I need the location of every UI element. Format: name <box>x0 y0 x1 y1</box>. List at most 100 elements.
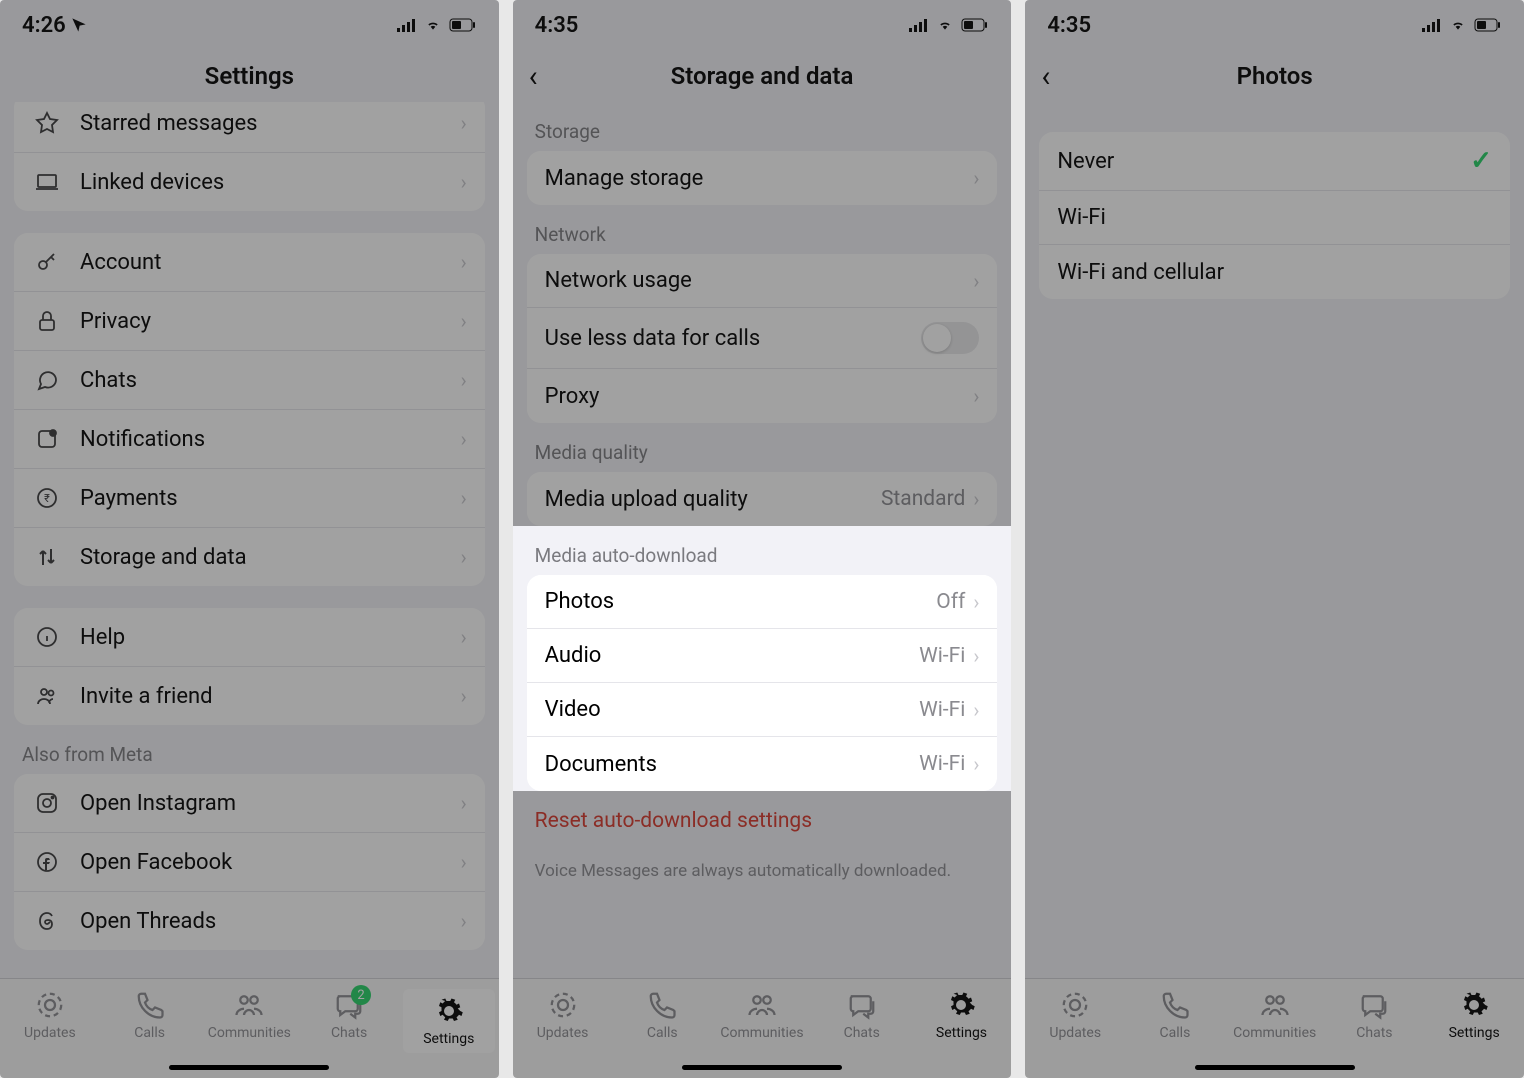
network-usage-row[interactable]: Network usage › <box>527 254 998 308</box>
less-data-row[interactable]: Use less data for calls <box>527 308 998 369</box>
proxy-row[interactable]: Proxy › <box>527 369 998 423</box>
photos-autodl-screen: 4:35 ‹ Photos Never ✓ Wi-Fi Wi-Fi and ce… <box>1025 0 1524 1078</box>
tab-label: Calls <box>647 1025 678 1041</box>
page-title: Storage and data <box>671 62 854 90</box>
tab-calls[interactable]: Calls <box>1129 989 1221 1041</box>
threads-icon <box>32 906 62 936</box>
row-label: Open Threads <box>80 909 461 934</box>
tab-chats[interactable]: Chats <box>1328 989 1420 1041</box>
tab-settings[interactable]: Settings <box>403 989 495 1053</box>
tab-label: Settings <box>1449 1025 1500 1041</box>
notifications-row[interactable]: Notifications › <box>14 410 485 469</box>
documents-autodl-row[interactable]: Documents Wi-Fi › <box>527 737 998 791</box>
tab-calls[interactable]: Calls <box>104 989 196 1041</box>
nav-header: ‹ Photos <box>1025 50 1524 102</box>
tab-bar: Updates Calls Communities Chats Settings <box>513 978 1012 1078</box>
home-indicator[interactable] <box>682 1065 842 1070</box>
wifi-icon <box>423 18 443 32</box>
battery-icon <box>1474 18 1502 32</box>
row-label: Chats <box>80 368 461 393</box>
open-facebook-row[interactable]: Open Facebook › <box>14 833 485 892</box>
gear-icon <box>433 995 465 1027</box>
tab-settings[interactable]: Settings <box>915 989 1007 1041</box>
home-indicator[interactable] <box>169 1065 329 1070</box>
chevron-icon: › <box>461 170 467 194</box>
row-label: Notifications <box>80 427 461 452</box>
tab-label: Settings <box>936 1025 987 1041</box>
nav-header: ‹ Storage and data <box>513 50 1012 102</box>
payments-row[interactable]: ₹ Payments › <box>14 469 485 528</box>
tab-communities[interactable]: Communities <box>716 989 808 1041</box>
tab-updates[interactable]: Updates <box>517 989 609 1041</box>
network-header: Network <box>513 205 1012 254</box>
chevron-icon: › <box>461 850 467 874</box>
back-button[interactable]: ‹ <box>1041 59 1050 94</box>
open-threads-row[interactable]: Open Threads › <box>14 892 485 950</box>
laptop-icon <box>32 167 62 197</box>
media-quality-header: Media quality <box>513 423 1012 472</box>
privacy-row[interactable]: Privacy › <box>14 292 485 351</box>
location-icon <box>71 17 87 33</box>
tab-label: Chats <box>331 1025 367 1041</box>
tab-calls[interactable]: Calls <box>616 989 708 1041</box>
chevron-icon: › <box>973 698 979 722</box>
communities-icon <box>233 989 265 1021</box>
page-title: Settings <box>205 62 294 90</box>
option-wifi-cellular-row[interactable]: Wi-Fi and cellular <box>1039 245 1510 299</box>
option-label: Never <box>1057 149 1470 174</box>
tab-chats[interactable]: 2 Chats <box>303 989 395 1041</box>
tab-updates[interactable]: Updates <box>4 989 96 1041</box>
invite-row[interactable]: Invite a friend › <box>14 667 485 725</box>
row-value: Wi-Fi <box>919 644 965 668</box>
option-never-row[interactable]: Never ✓ <box>1039 132 1510 191</box>
row-label: Starred messages <box>80 111 461 136</box>
open-instagram-row[interactable]: Open Instagram › <box>14 774 485 833</box>
lock-icon <box>32 306 62 336</box>
starred-messages-row[interactable]: Starred messages › <box>14 102 485 153</box>
tab-updates[interactable]: Updates <box>1029 989 1121 1041</box>
updates-icon <box>547 989 579 1021</box>
row-label: Use less data for calls <box>545 326 922 351</box>
storage-header: Storage <box>513 102 1012 151</box>
linked-devices-row[interactable]: Linked devices › <box>14 153 485 211</box>
tab-chats[interactable]: Chats <box>816 989 908 1041</box>
chevron-icon: › <box>973 752 979 776</box>
tab-settings[interactable]: Settings <box>1428 989 1520 1041</box>
chats-row[interactable]: Chats › <box>14 351 485 410</box>
account-row[interactable]: Account › <box>14 233 485 292</box>
check-icon: ✓ <box>1470 146 1492 176</box>
key-icon <box>32 247 62 277</box>
svg-text:₹: ₹ <box>44 492 50 505</box>
tab-communities[interactable]: Communities <box>203 989 295 1041</box>
phone-icon <box>1159 989 1191 1021</box>
tab-label: Updates <box>24 1025 76 1041</box>
video-autodl-row[interactable]: Video Wi-Fi › <box>527 683 998 737</box>
chat-icon <box>32 365 62 395</box>
meta-section-header: Also from Meta <box>0 725 499 774</box>
status-time: 4:26 <box>22 13 66 38</box>
tab-label: Settings <box>423 1031 474 1047</box>
help-row[interactable]: Help › <box>14 608 485 667</box>
chevron-icon: › <box>973 269 979 293</box>
chevron-icon: › <box>973 644 979 668</box>
tab-communities[interactable]: Communities <box>1229 989 1321 1041</box>
tab-bar: Updates Calls Communities 2 Chats Settin… <box>0 978 499 1078</box>
option-wifi-row[interactable]: Wi-Fi <box>1039 191 1510 245</box>
instagram-icon <box>32 788 62 818</box>
back-button[interactable]: ‹ <box>529 59 538 94</box>
less-data-toggle[interactable] <box>921 322 979 354</box>
gear-icon <box>945 989 977 1021</box>
photos-autodl-row[interactable]: Photos Off › <box>527 575 998 629</box>
reset-auto-download-button[interactable]: Reset auto-download settings <box>513 791 1012 851</box>
tab-label: Chats <box>844 1025 880 1041</box>
upload-quality-row[interactable]: Media upload quality Standard › <box>527 472 998 526</box>
tab-bar: Updates Calls Communities Chats Settings <box>1025 978 1524 1078</box>
battery-icon <box>449 18 477 32</box>
row-label: Audio <box>545 643 919 668</box>
option-label: Wi-Fi and cellular <box>1057 260 1492 285</box>
storage-data-row[interactable]: Storage and data › <box>14 528 485 586</box>
nav-header: Settings <box>0 50 499 102</box>
audio-autodl-row[interactable]: Audio Wi-Fi › <box>527 629 998 683</box>
manage-storage-row[interactable]: Manage storage › <box>527 151 998 205</box>
home-indicator[interactable] <box>1195 1065 1355 1070</box>
